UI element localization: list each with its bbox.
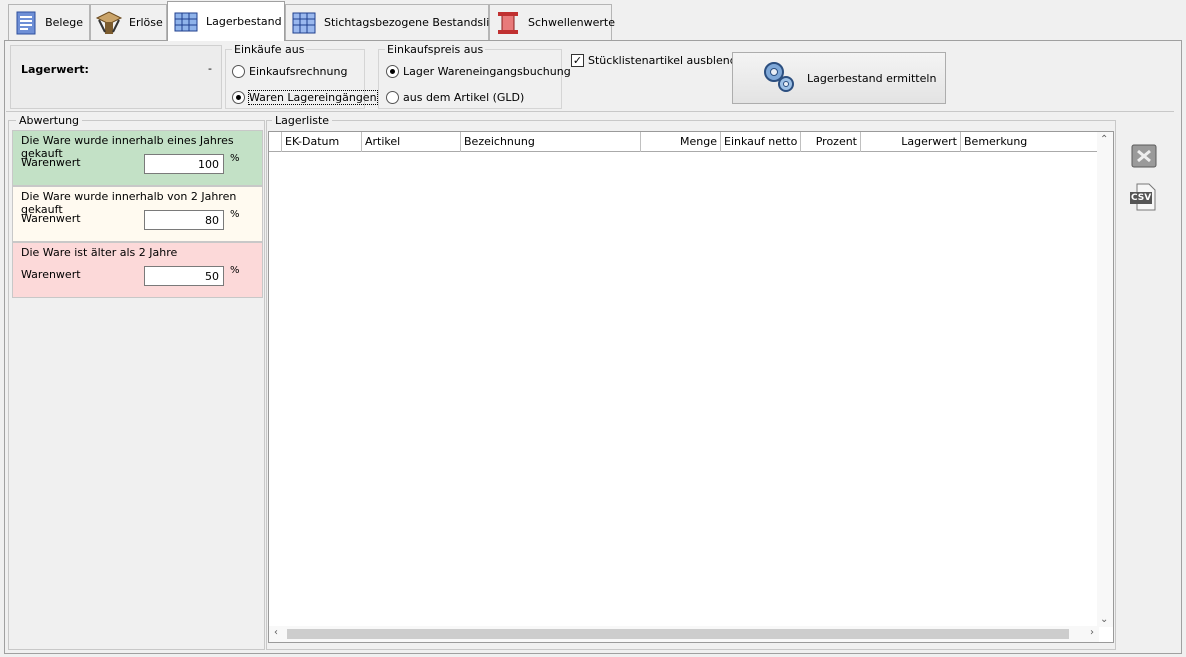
vertical-scrollbar[interactable]: ⌃ ⌄ [1097,132,1113,627]
tab-label: Erlöse [129,16,163,29]
tab-label: Lagerbestand [206,15,282,28]
scroll-left-icon[interactable]: ‹ [274,627,278,638]
warenwert-label: Warenwert [21,156,81,169]
col-einkauf-netto[interactable]: Einkauf netto [721,132,801,152]
checkbox-label: Stücklistenartikel ausblenden [588,54,751,67]
revenue-icon [95,9,123,37]
abwertung-title: Abwertung [16,114,83,127]
scroll-down-icon[interactable]: ⌄ [1100,614,1108,625]
lagerwert-value: - [208,62,212,75]
abwertung-box-2: Die Ware wurde innerhalb von 2 Jahren ge… [12,186,263,242]
percent-label: % [230,153,240,164]
threshold-icon [494,9,522,37]
percent-label: % [230,265,240,276]
button-label: Lagerbestand ermitteln [807,71,937,85]
percent-label: % [230,209,240,220]
col-lagerwert[interactable]: Lagerwert [861,132,961,152]
horizontal-scroll-thumb[interactable] [287,629,1069,639]
warenwert-label: Warenwert [21,268,81,281]
tab-label: Stichtagsbezogene Bestandsliste [324,16,507,29]
lagerliste-grid[interactable]: EK-Datum Artikel Bezeichnung Menge Einka… [268,131,1114,643]
warenwert-input-3[interactable]: 50 [144,266,224,286]
warenwert-input-1[interactable]: 100 [144,154,224,174]
lagerwert-panel: Lagerwert: - [10,45,222,109]
tab-erloese[interactable]: Erlöse [90,4,167,40]
horizontal-scrollbar[interactable]: ‹ › [269,626,1099,642]
abwertung-text: Die Ware ist älter als 2 Jahre [21,246,178,259]
radio-indicator[interactable] [386,65,399,78]
row-header-corner [269,132,282,152]
warenwert-input-2[interactable]: 80 [144,210,224,230]
einkaeufe-title: Einkäufe aus [232,43,307,56]
radio-label: Waren Lagereingängen [248,90,378,105]
radio-einkaufsrechnung[interactable]: Einkaufsrechnung [232,65,347,78]
tab-label: Belege [45,16,83,29]
export-toolbar: CSV [1120,131,1168,643]
radio-indicator[interactable] [386,91,399,104]
warehouse-grid-icon [172,8,200,36]
col-bezeichnung[interactable]: Bezeichnung [461,132,641,152]
einkaufspreis-title: Einkaufspreis aus [385,43,486,56]
tab-schwellenwerte[interactable]: Schwellenwerte [489,4,615,40]
col-bemerkung[interactable]: Bemerkung [961,132,1099,152]
stuecklistenartikel-checkbox-row[interactable]: ✓ Stücklistenartikel ausblenden [571,54,750,67]
radio-lager-wareneingangsbuchung[interactable]: Lager Wareneingangsbuchung [386,65,571,78]
top-divider [6,111,1174,112]
abwertung-box-3: Die Ware ist älter als 2 Jahre Warenwert… [12,242,263,298]
abwertung-box-1: Die Ware wurde innerhalb eines Jahres ge… [12,130,263,186]
warenwert-label: Warenwert [21,212,81,225]
excel-export-icon [1130,142,1158,173]
col-ek-datum[interactable]: EK-Datum [282,132,362,152]
tab-belege[interactable]: Belege [8,4,90,40]
tab-lagerbestand[interactable]: Lagerbestand [167,1,285,41]
scroll-up-icon[interactable]: ⌃ [1100,134,1108,145]
lagerwert-label: Lagerwert: [21,63,89,76]
tab-stichtagsbezogene-bestandsliste[interactable]: Stichtagsbezogene Bestandsliste [285,4,506,40]
col-prozent[interactable]: Prozent [801,132,861,152]
warehouse-list-icon [290,9,318,37]
gears-icon [761,59,797,98]
radio-indicator[interactable] [232,91,245,104]
tab-bar: Belege Erlöse Lagerbestand Stichtagsbezo… [0,0,1186,41]
radio-waren-lagereingaengen[interactable]: Waren Lagereingängen [232,90,378,105]
radio-label: Einkaufsrechnung [249,65,348,78]
tab-label: Schwellenwerte [528,16,615,29]
col-artikel[interactable]: Artikel [362,132,461,152]
radio-indicator[interactable] [232,65,245,78]
scroll-right-icon[interactable]: › [1090,627,1094,638]
col-menge[interactable]: Menge [641,132,721,152]
radio-label: aus dem Artikel (GLD) [403,91,525,104]
csv-export-button[interactable]: CSV [1126,179,1162,215]
excel-export-button[interactable] [1126,139,1162,175]
csv-label: CSV [1131,193,1152,203]
lagerliste-title: Lagerliste [272,114,333,127]
csv-export-icon: CSV [1129,182,1159,212]
radio-aus-dem-artikel[interactable]: aus dem Artikel (GLD) [386,91,524,104]
stuecklistenartikel-checkbox[interactable]: ✓ [571,54,584,67]
radio-label: Lager Wareneingangsbuchung [403,65,571,78]
grid-header: EK-Datum Artikel Bezeichnung Menge Einka… [269,132,1099,152]
document-icon [13,9,39,37]
lagerbestand-ermitteln-button[interactable]: Lagerbestand ermitteln [732,52,946,104]
